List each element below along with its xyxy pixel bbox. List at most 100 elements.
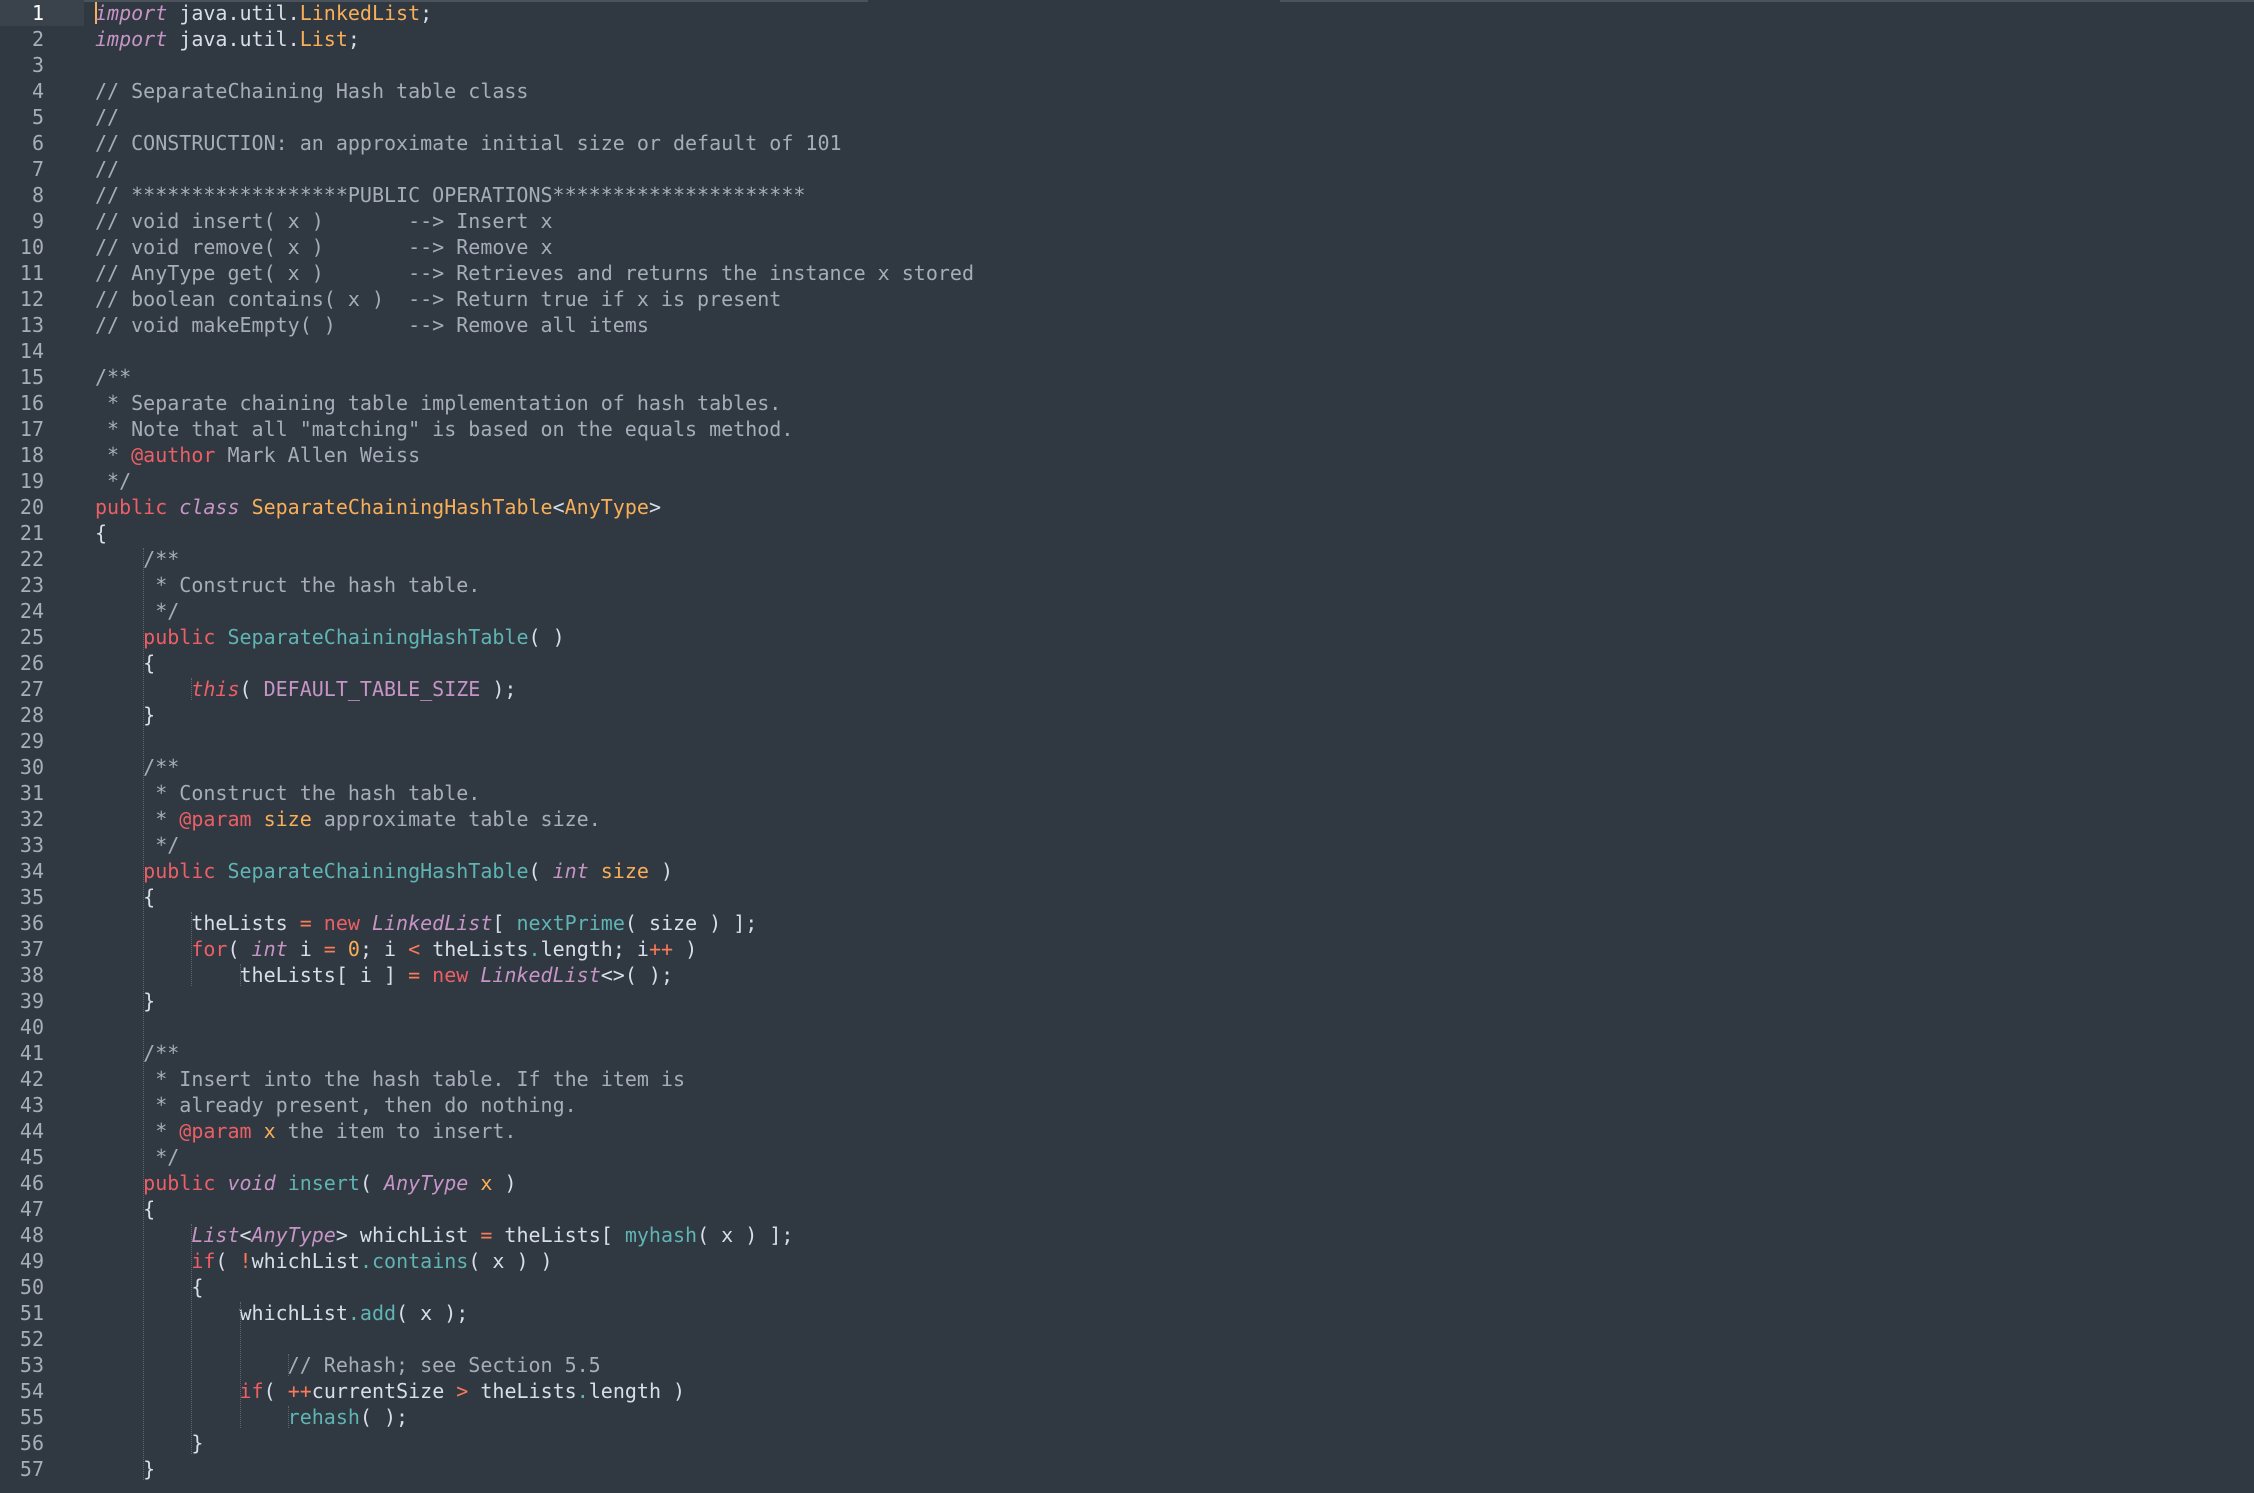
line-number[interactable]: 8: [0, 182, 84, 208]
line-number[interactable]: 46: [0, 1170, 84, 1196]
code-editor[interactable]: 1 2 3 4 5 6 7 8 9 10 11 12 13 14 15 16 17 18 19 20 21 22 23 24 2…: [0, 0, 2254, 1493]
line-number[interactable]: 12: [0, 286, 84, 312]
code-line[interactable]: */: [95, 832, 2254, 858]
code-line[interactable]: {: [95, 884, 2254, 910]
line-number[interactable]: 27: [0, 676, 84, 702]
code-line[interactable]: whichList.add( x );: [95, 1300, 2254, 1326]
line-number[interactable]: 11: [0, 260, 84, 286]
code-line[interactable]: {: [95, 1274, 2254, 1300]
code-line[interactable]: // void insert( x ) --> Insert x: [95, 208, 2254, 234]
line-number[interactable]: 18: [0, 442, 84, 468]
line-number[interactable]: 4: [0, 78, 84, 104]
code-line[interactable]: [95, 728, 2254, 754]
line-number[interactable]: 13: [0, 312, 84, 338]
code-line[interactable]: [95, 1326, 2254, 1352]
code-line[interactable]: // ******************PUBLIC OPERATIONS**…: [95, 182, 2254, 208]
line-number[interactable]: 21: [0, 520, 84, 546]
code-line[interactable]: // SeparateChaining Hash table class: [95, 78, 2254, 104]
code-line[interactable]: /**: [95, 364, 2254, 390]
line-number[interactable]: 26: [0, 650, 84, 676]
code-line[interactable]: * Construct the hash table.: [95, 780, 2254, 806]
code-line[interactable]: this( DEFAULT_TABLE_SIZE );: [95, 676, 2254, 702]
code-line[interactable]: {: [95, 650, 2254, 676]
line-number[interactable]: 48: [0, 1222, 84, 1248]
code-line[interactable]: * Note that all "matching" is based on t…: [95, 416, 2254, 442]
code-line[interactable]: * @author Mark Allen Weiss: [95, 442, 2254, 468]
line-number-gutter[interactable]: 1 2 3 4 5 6 7 8 9 10 11 12 13 14 15 16 17 18 19 20 21 22 23 24 2…: [0, 0, 84, 1493]
line-number[interactable]: 37: [0, 936, 84, 962]
line-number[interactable]: 52: [0, 1326, 84, 1352]
line-number[interactable]: 53: [0, 1352, 84, 1378]
line-number[interactable]: 43: [0, 1092, 84, 1118]
code-line[interactable]: import java.util.List;: [95, 26, 2254, 52]
line-number[interactable]: 25: [0, 624, 84, 650]
line-number[interactable]: 40: [0, 1014, 84, 1040]
line-number[interactable]: 55: [0, 1404, 84, 1430]
line-number[interactable]: 50: [0, 1274, 84, 1300]
code-line[interactable]: for( int i = 0; i < theLists.length; i++…: [95, 936, 2254, 962]
line-number[interactable]: 51: [0, 1300, 84, 1326]
line-number[interactable]: 23: [0, 572, 84, 598]
code-line[interactable]: public SeparateChainingHashTable( int si…: [95, 858, 2254, 884]
line-number[interactable]: 49: [0, 1248, 84, 1274]
line-number[interactable]: 36: [0, 910, 84, 936]
line-number[interactable]: 14: [0, 338, 84, 364]
line-number[interactable]: 2: [0, 26, 84, 52]
line-number[interactable]: 38: [0, 962, 84, 988]
line-number[interactable]: 10: [0, 234, 84, 260]
code-line[interactable]: //: [95, 104, 2254, 130]
code-line[interactable]: if( ++currentSize > theLists.length ): [95, 1378, 2254, 1404]
line-number[interactable]: 22: [0, 546, 84, 572]
code-line[interactable]: // void remove( x ) --> Remove x: [95, 234, 2254, 260]
line-number[interactable]: 9: [0, 208, 84, 234]
code-line[interactable]: [95, 52, 2254, 78]
code-line[interactable]: }: [95, 1456, 2254, 1482]
code-line[interactable]: [95, 338, 2254, 364]
code-line[interactable]: */: [95, 598, 2254, 624]
code-line[interactable]: * already present, then do nothing.: [95, 1092, 2254, 1118]
line-number[interactable]: 41: [0, 1040, 84, 1066]
code-line[interactable]: */: [95, 1144, 2254, 1170]
code-line[interactable]: List<AnyType> whichList = theLists[ myha…: [95, 1222, 2254, 1248]
line-number[interactable]: 15: [0, 364, 84, 390]
code-line[interactable]: public SeparateChainingHashTable( ): [95, 624, 2254, 650]
code-line[interactable]: * @param size approximate table size.: [95, 806, 2254, 832]
line-number[interactable]: 45: [0, 1144, 84, 1170]
code-line[interactable]: {: [95, 520, 2254, 546]
code-line[interactable]: // AnyType get( x ) --> Retrieves and re…: [95, 260, 2254, 286]
code-line[interactable]: // boolean contains( x ) --> Return true…: [95, 286, 2254, 312]
code-line[interactable]: }: [95, 702, 2254, 728]
line-number[interactable]: 30: [0, 754, 84, 780]
line-number[interactable]: 5: [0, 104, 84, 130]
code-area[interactable]: import java.util.LinkedList; import java.…: [95, 0, 2254, 1493]
line-number[interactable]: 28: [0, 702, 84, 728]
code-line[interactable]: //: [95, 156, 2254, 182]
line-number[interactable]: 47: [0, 1196, 84, 1222]
line-number[interactable]: 44: [0, 1118, 84, 1144]
code-line[interactable]: public void insert( AnyType x ): [95, 1170, 2254, 1196]
line-number[interactable]: 56: [0, 1430, 84, 1456]
line-number[interactable]: 24: [0, 598, 84, 624]
code-line[interactable]: import java.util.LinkedList;: [95, 0, 2254, 26]
line-number[interactable]: 31: [0, 780, 84, 806]
line-number[interactable]: 33: [0, 832, 84, 858]
code-line[interactable]: /**: [95, 1040, 2254, 1066]
code-line[interactable]: }: [95, 988, 2254, 1014]
line-number[interactable]: 20: [0, 494, 84, 520]
line-number[interactable]: 17: [0, 416, 84, 442]
line-number[interactable]: 19: [0, 468, 84, 494]
code-line[interactable]: // CONSTRUCTION: an approximate initial …: [95, 130, 2254, 156]
line-number[interactable]: 54: [0, 1378, 84, 1404]
code-line[interactable]: /**: [95, 546, 2254, 572]
line-number[interactable]: 32: [0, 806, 84, 832]
line-number[interactable]: 42: [0, 1066, 84, 1092]
code-line[interactable]: * Construct the hash table.: [95, 572, 2254, 598]
code-line[interactable]: public class SeparateChainingHashTable<A…: [95, 494, 2254, 520]
code-line[interactable]: rehash( );: [95, 1404, 2254, 1430]
line-number[interactable]: 35: [0, 884, 84, 910]
code-line[interactable]: * Insert into the hash table. If the ite…: [95, 1066, 2254, 1092]
code-line[interactable]: }: [95, 1430, 2254, 1456]
code-line[interactable]: [95, 1014, 2254, 1040]
code-line[interactable]: // Rehash; see Section 5.5: [95, 1352, 2254, 1378]
code-line[interactable]: {: [95, 1196, 2254, 1222]
